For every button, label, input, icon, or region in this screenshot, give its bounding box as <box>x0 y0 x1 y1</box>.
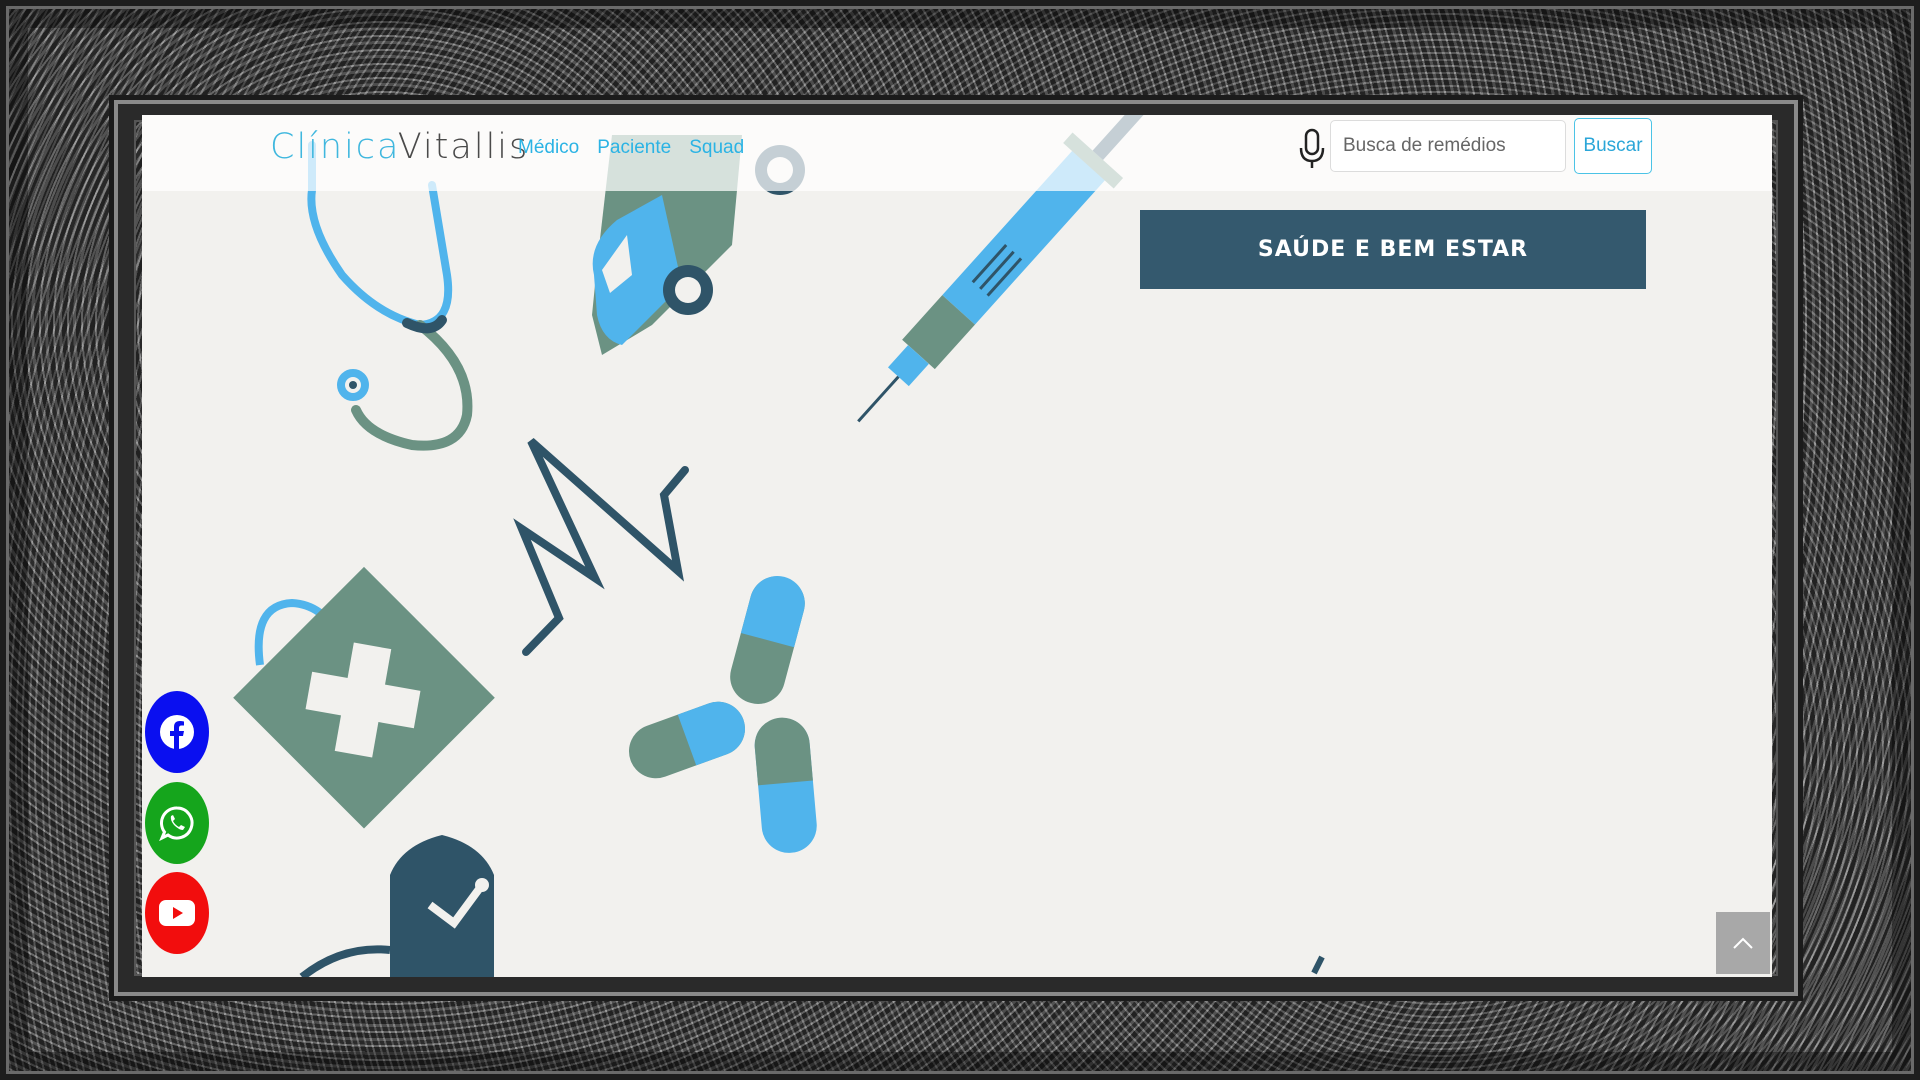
nav-link-paciente[interactable]: Paciente <box>597 137 671 159</box>
youtube-button[interactable] <box>145 872 209 954</box>
chevron-up-icon <box>1733 937 1753 949</box>
facebook-button[interactable] <box>145 691 209 773</box>
site-header: ClínicaVitallis Médico Paciente Squad Bu… <box>142 115 1772 191</box>
site-logo[interactable]: ClínicaVitallis <box>270 127 529 167</box>
search-input[interactable] <box>1330 120 1566 172</box>
microphone-icon[interactable] <box>1298 128 1326 170</box>
whatsapp-button[interactable] <box>145 782 209 864</box>
heartbeat-illustration <box>513 438 689 656</box>
youtube-icon <box>159 900 195 926</box>
website-screen: ClínicaVitallis Médico Paciente Squad Bu… <box>142 115 1772 977</box>
whatsapp-icon <box>159 806 194 841</box>
logo-part-vitallis: Vitallis <box>397 127 530 167</box>
facebook-icon <box>160 715 194 750</box>
logo-part-clinica: Clínica <box>270 127 398 167</box>
check-shield-illustration <box>299 835 494 977</box>
scroll-top-button[interactable] <box>1716 912 1770 974</box>
search-button[interactable]: Buscar <box>1574 118 1652 174</box>
accent-mark-illustration <box>1311 955 1325 975</box>
main-nav: Médico Paciente Squad <box>518 137 744 159</box>
first-aid-kit-illustration <box>233 566 495 829</box>
nav-link-medico[interactable]: Médico <box>518 137 579 159</box>
pills-illustration <box>628 575 817 853</box>
hero-banner: SAÚDE E BEM ESTAR <box>1140 210 1646 289</box>
banner-title: SAÚDE E BEM ESTAR <box>1257 237 1529 262</box>
nav-link-squad[interactable]: Squad <box>689 137 744 159</box>
